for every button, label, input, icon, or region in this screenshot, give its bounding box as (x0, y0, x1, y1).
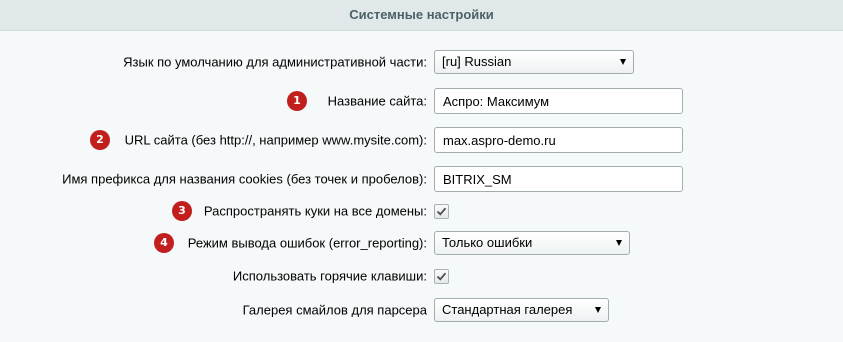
dropdown-arrow-icon (595, 307, 601, 313)
settings-section-header: Системные настройки (0, 0, 843, 31)
site-name-label: Название сайта: (327, 93, 427, 109)
share-cookies-label: Распространять куки на все домены: (203, 203, 427, 219)
callout-badge-4: 4 (154, 233, 174, 253)
row-site-url: 2 URL сайта (без http://, например www.m… (0, 126, 843, 154)
checkmark-icon (436, 207, 447, 216)
admin-language-label: Язык по умолчанию для административной ч… (123, 54, 427, 70)
share-cookies-checkbox[interactable] (434, 204, 449, 219)
checkmark-icon (436, 272, 447, 281)
cookie-prefix-label: Имя префикса для названия cookies (без т… (62, 171, 427, 187)
smiley-gallery-label: Галерея смайлов для парсера (242, 302, 427, 318)
error-reporting-select[interactable]: Только ошибки (434, 231, 630, 255)
hotkeys-checkbox[interactable] (434, 269, 449, 284)
site-url-input[interactable] (434, 127, 683, 153)
row-error-reporting: 4 Режим вывода ошибок (error_reporting):… (0, 229, 843, 257)
dropdown-arrow-icon (616, 240, 622, 246)
row-hotkeys: Использовать горячие клавиши: (0, 262, 843, 290)
dropdown-arrow-icon (620, 59, 626, 65)
callout-badge-2: 2 (90, 130, 110, 150)
hotkeys-label: Использовать горячие клавиши: (232, 268, 427, 284)
error-reporting-label: Режим вывода ошибок (error_reporting): (187, 235, 427, 251)
section-title: Системные настройки (349, 7, 494, 22)
cookie-prefix-input[interactable] (434, 166, 683, 192)
admin-language-value: [ru] Russian (442, 54, 512, 69)
callout-badge-1: 1 (287, 91, 307, 111)
row-admin-language: Язык по умолчанию для административной ч… (0, 48, 843, 76)
row-share-cookies: 3 Распространять куки на все домены: (0, 197, 843, 225)
row-smiley-gallery: Галерея смайлов для парсера Стандартная … (0, 296, 843, 324)
smiley-gallery-value: Стандартная галерея (442, 302, 573, 317)
callout-badge-3: 3 (172, 201, 192, 221)
admin-language-select[interactable]: [ru] Russian (434, 50, 634, 74)
row-site-name: 1 Название сайта: (0, 87, 843, 115)
row-cookie-prefix: Имя префикса для названия cookies (без т… (0, 165, 843, 193)
smiley-gallery-select[interactable]: Стандартная галерея (434, 298, 609, 322)
error-reporting-value: Только ошибки (442, 235, 533, 250)
site-name-input[interactable] (434, 88, 683, 114)
site-url-label: URL сайта (без http://, например www.mys… (124, 132, 427, 148)
